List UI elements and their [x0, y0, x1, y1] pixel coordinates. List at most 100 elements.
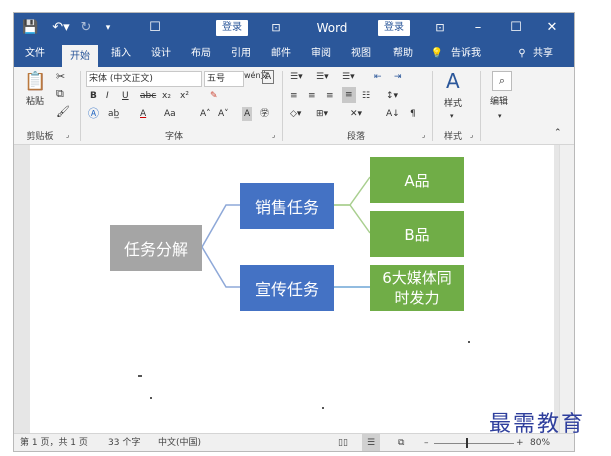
smartart-node-sales[interactable]: 销售任务 [240, 183, 334, 229]
find-icon[interactable]: ⌕ [492, 71, 512, 91]
print-layout-icon[interactable]: ☰ [362, 434, 381, 451]
minimize-icon[interactable]: – [470, 13, 486, 43]
web-layout-icon[interactable]: ⧉ [398, 434, 404, 451]
editing-button[interactable]: 编辑 [490, 95, 508, 109]
shrink-font-button[interactable]: A˅ [218, 107, 229, 121]
align-right-icon[interactable]: ≡ [326, 89, 334, 103]
smartart-node-a[interactable]: A品 [370, 157, 464, 203]
login-button-left[interactable]: 登录 [216, 20, 248, 36]
borders-icon[interactable]: ⊞▾ [316, 107, 328, 121]
collapse-ribbon-icon[interactable]: ⌃ [554, 126, 562, 140]
vertical-scrollbar[interactable] [559, 145, 574, 433]
font-color-button[interactable]: A [140, 107, 146, 121]
styles-launcher-icon[interactable]: ⌟ [470, 128, 473, 142]
stray-mark [150, 397, 152, 399]
page-count[interactable]: 第 1 页，共 1 页 [20, 434, 88, 451]
chinese-layout-icon[interactable]: ✕▾ [350, 107, 362, 121]
highlight-icon[interactable]: ab̲ [108, 107, 119, 121]
smartart-node-b[interactable]: B品 [370, 211, 464, 257]
font-size-select[interactable]: 五号 [204, 71, 244, 87]
multilevel-list-icon[interactable]: ☰▾ [342, 70, 355, 84]
customize-quick-access-icon[interactable]: ▾ [102, 13, 114, 43]
char-shading-button[interactable]: A [242, 107, 253, 121]
font-name-select[interactable]: 宋体 (中文正文) [86, 71, 202, 87]
tab-help[interactable]: 帮助 [388, 43, 418, 67]
ribbon-display-icon[interactable]: ⊡ [268, 13, 284, 43]
sort-icon[interactable]: A↓ [386, 107, 400, 121]
group-separator [480, 71, 481, 141]
zoom-slider[interactable] [434, 443, 514, 444]
media-label: 6大媒体同时发力 [382, 269, 452, 307]
strikethrough-button[interactable]: abc [140, 89, 156, 103]
decrease-indent-icon[interactable]: ⇤ [374, 70, 382, 84]
tab-mailings[interactable]: 邮件 [266, 43, 296, 67]
styles-icon[interactable]: A [446, 69, 460, 93]
tab-insert[interactable]: 插入 [106, 43, 136, 67]
ribbon-options-icon[interactable]: ⊡ [432, 13, 448, 43]
copy-icon[interactable]: ⧉ [56, 87, 64, 101]
watermark-logo: 最需教育 [489, 412, 586, 437]
undo-icon[interactable]: ↶▾ [50, 13, 72, 43]
close-icon[interactable]: ✕ [544, 13, 560, 43]
change-case-button[interactable]: Aa [164, 107, 176, 121]
document-page[interactable]: 任务分解 销售任务 宣传任务 A品 B品 6大媒体同时发力 [30, 145, 554, 433]
zoom-out-icon[interactable]: – [424, 434, 429, 451]
align-center-icon[interactable]: ≡ [308, 89, 316, 103]
login-button-right[interactable]: 登录 [378, 20, 410, 36]
enclose-chars-button[interactable]: ㊫ [260, 107, 269, 121]
justify-icon[interactable]: ≡ [342, 87, 356, 103]
italic-button[interactable]: I [106, 89, 109, 103]
word-count[interactable]: 33 个字 [108, 434, 140, 451]
connector-sales-to-a [334, 176, 371, 206]
tab-layout[interactable]: 布局 [186, 43, 216, 67]
paragraph-launcher-icon[interactable]: ⌟ [422, 128, 425, 142]
paste-label[interactable]: 粘贴 [26, 95, 44, 109]
align-left-icon[interactable]: ≡ [290, 89, 298, 103]
language-indicator[interactable]: 中文(中国) [158, 434, 201, 451]
grow-font-button[interactable]: A˄ [200, 107, 211, 121]
promo-label: 宣传任务 [254, 280, 319, 299]
document-area: 任务分解 销售任务 宣传任务 A品 B品 6大媒体同时发力 [14, 145, 574, 433]
show-marks-icon[interactable]: ¶ [410, 107, 416, 121]
save-icon[interactable]: 💾 [22, 13, 38, 43]
subscript-button[interactable]: x₂ [162, 89, 171, 103]
person-icon[interactable]: ⚲ [516, 43, 528, 67]
line-spacing-icon[interactable]: ↕▾ [386, 89, 398, 103]
increase-indent-icon[interactable]: ⇥ [394, 70, 402, 84]
tab-references[interactable]: 引用 [226, 43, 256, 67]
smartart-node-media[interactable]: 6大媒体同时发力 [370, 265, 464, 311]
paste-icon[interactable]: 📋 [24, 71, 48, 93]
font-launcher-icon[interactable]: ⌟ [272, 128, 275, 142]
tell-me-search[interactable]: 告诉我 [446, 43, 486, 67]
cut-icon[interactable]: ✂ [56, 70, 65, 84]
numbering-icon[interactable]: ☰▾ [316, 70, 329, 84]
tab-home[interactable]: 开始 [62, 45, 98, 69]
shading-icon[interactable]: ◇▾ [290, 107, 301, 121]
clipboard-launcher-icon[interactable]: ⌟ [66, 128, 69, 142]
connector-root-to-promo [201, 246, 240, 288]
tab-design[interactable]: 设计 [146, 43, 176, 67]
share-button[interactable]: 共享 [528, 43, 558, 67]
styles-dropdown-icon[interactable]: ▾ [450, 109, 454, 123]
redo-icon[interactable]: ↻ [78, 13, 94, 43]
bullets-icon[interactable]: ☰▾ [290, 70, 303, 84]
superscript-button[interactable]: x² [180, 89, 189, 103]
format-painter-icon[interactable]: 🖌 [56, 105, 70, 119]
bold-button[interactable]: B [90, 89, 97, 103]
tab-review[interactable]: 审阅 [306, 43, 336, 67]
window-icon[interactable]: ☐ [148, 13, 162, 43]
lightbulb-icon[interactable]: 💡 [430, 43, 444, 67]
tab-view[interactable]: 视图 [346, 43, 376, 67]
zoom-slider-thumb[interactable] [466, 438, 468, 448]
read-mode-icon[interactable]: ▯▯ [338, 434, 348, 451]
maximize-icon[interactable]: ☐ [508, 13, 524, 43]
text-effects-icon[interactable]: Ⓐ [88, 107, 99, 121]
distributed-icon[interactable]: ☷ [362, 89, 370, 103]
clear-format-icon[interactable]: ✎ [210, 89, 218, 103]
smartart-node-root[interactable]: 任务分解 [110, 225, 202, 271]
tab-file[interactable]: 文件 [20, 43, 50, 67]
editing-dropdown-icon[interactable]: ▾ [498, 109, 502, 123]
smartart-node-promo[interactable]: 宣传任务 [240, 265, 334, 311]
char-border-icon[interactable]: A [262, 70, 275, 84]
underline-button[interactable]: U [122, 89, 129, 103]
